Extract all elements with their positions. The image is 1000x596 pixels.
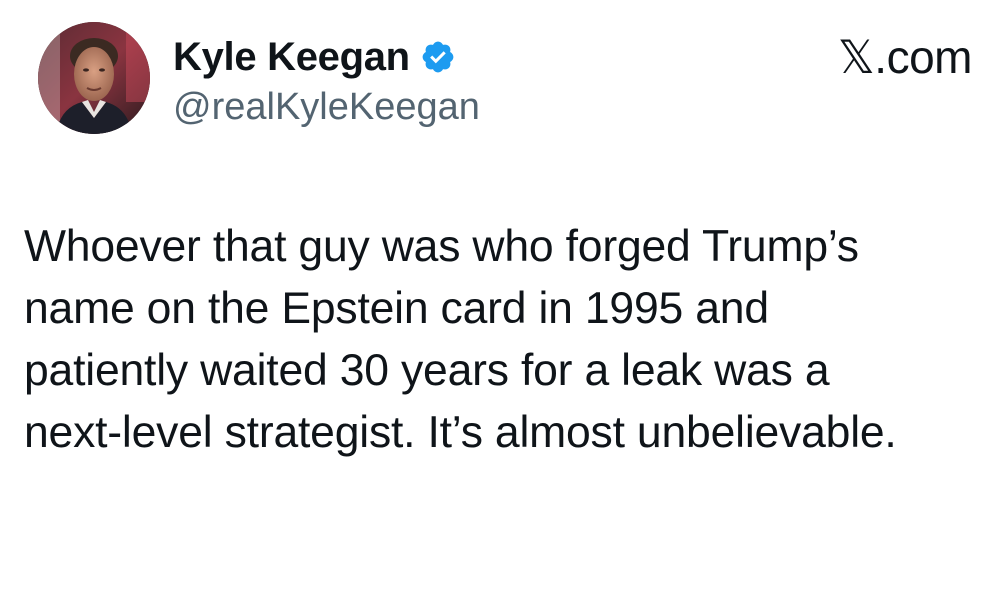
- author-display-name[interactable]: Kyle Keegan: [173, 35, 410, 80]
- brand-logo: 𝕏.com: [837, 30, 973, 84]
- verified-badge-icon: [420, 39, 456, 75]
- tweet-line: patiently waited 30 years for a leak was…: [24, 346, 830, 395]
- tweet-text: Whoever that guy was who forged Trump’s …: [24, 216, 994, 464]
- author-avatar[interactable]: [38, 22, 150, 134]
- brand-label: 𝕏.com: [837, 31, 973, 83]
- avatar-image: [38, 22, 150, 134]
- author-name-row: Kyle Keegan: [173, 30, 456, 84]
- tweet-line: Whoever that guy was who forged Trump’s: [24, 222, 859, 271]
- tweet-card: Kyle Keegan @realKyleKeegan 𝕏.com Whoeve…: [0, 0, 1000, 596]
- tweet-line: next-level strategist. It’s almost unbel…: [24, 408, 897, 457]
- author-handle[interactable]: @realKyleKeegan: [173, 86, 480, 129]
- tweet-line: name on the Epstein card in 1995 and: [24, 284, 769, 333]
